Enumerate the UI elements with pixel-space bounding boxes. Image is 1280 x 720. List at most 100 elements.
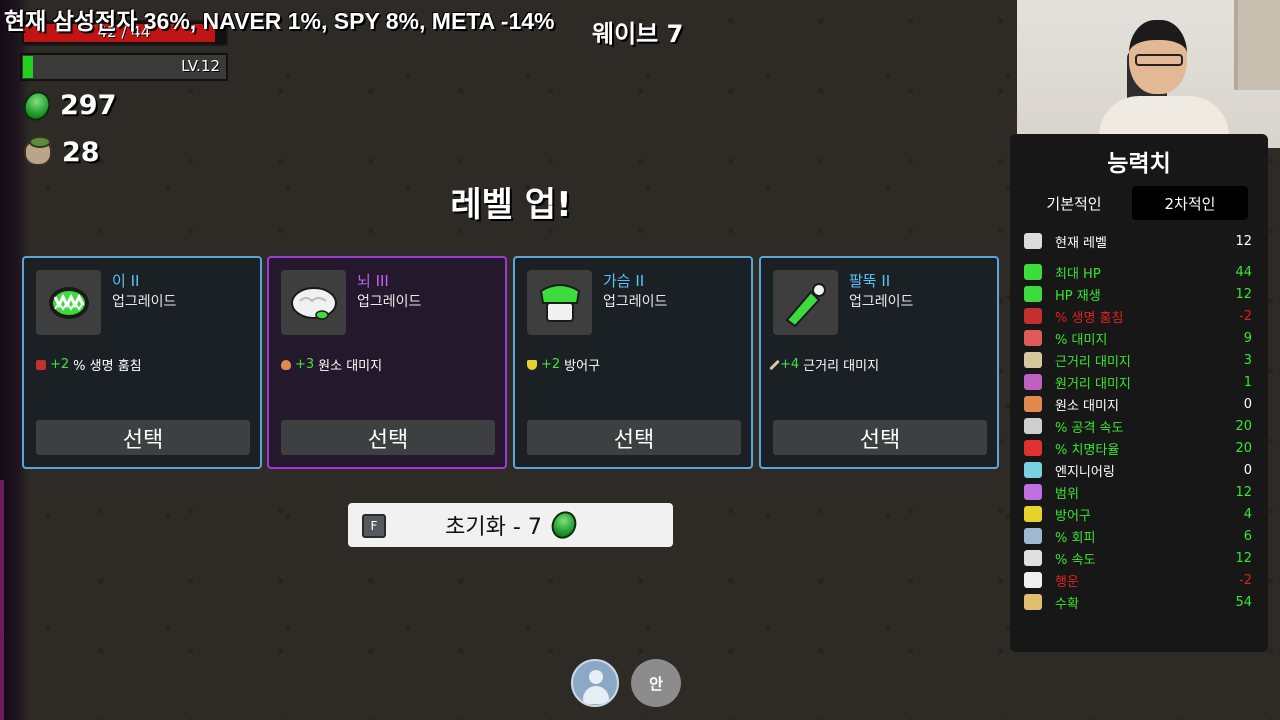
select-button[interactable]: 선택 — [281, 420, 495, 455]
stat-row: 방어구 4 — [1024, 503, 1252, 525]
stat-row: % 대미지 9 — [1024, 327, 1252, 349]
card-subtitle: 업그레이드 — [112, 294, 177, 310]
stat-row: % 속도 12 — [1024, 547, 1252, 569]
reroll-button[interactable]: F 초기화 - 7 — [348, 503, 673, 547]
stat-value: 12 — [1235, 484, 1252, 500]
flame-icon — [281, 359, 291, 370]
stat-name: % 회피 — [1055, 530, 1096, 546]
card-effect: +2 % 생명 훔침 — [36, 355, 142, 374]
wrench-icon — [1024, 462, 1042, 478]
stat-name: 엔지니어링 — [1055, 464, 1115, 480]
hourglass-icon — [1024, 418, 1042, 434]
stat-row: HP 재생 12 — [1024, 283, 1252, 305]
upgrade-card-forearm[interactable]: 팔뚝 II 업그레이드 +4 근거리 대미지 선택 — [759, 256, 999, 469]
select-button[interactable]: 선택 — [36, 420, 250, 455]
stat-value: 44 — [1235, 264, 1252, 280]
stat-name: 원소 대미지 — [1055, 398, 1119, 414]
stat-row: % 공격 속도 20 — [1024, 415, 1252, 437]
stat-value: 20 — [1235, 440, 1252, 456]
xp-bar-fill — [23, 56, 33, 78]
card-name: 가슴 II — [603, 272, 645, 290]
stat-name: 원거리 대미지 — [1055, 376, 1131, 392]
stat-name: HP 재생 — [1055, 288, 1101, 304]
card-effect-label: 근거리 대미지 — [803, 359, 880, 374]
select-button[interactable]: 선택 — [527, 420, 741, 455]
card-effect: +4 근거리 대미지 — [769, 355, 880, 374]
upgrade-card-teeth[interactable]: 이 II 업그레이드 +2 % 생명 훔침 선택 — [22, 256, 262, 469]
stat-value: 20 — [1235, 418, 1252, 434]
card-effect-label: 원소 대미지 — [318, 359, 383, 374]
webcam-glasses — [1135, 54, 1183, 66]
card-bonus: +2 — [541, 357, 561, 372]
stat-value: 0 — [1243, 396, 1252, 412]
shoe-icon — [1024, 550, 1042, 566]
flame-icon — [1024, 396, 1042, 412]
card-name: 이 II — [112, 272, 140, 290]
avatar-torso — [583, 686, 609, 704]
card-effect: +3 원소 대미지 — [281, 355, 382, 374]
stat-name: 근거리 대미지 — [1055, 354, 1131, 370]
chest-armor-icon — [527, 270, 592, 335]
stat-name: 범위 — [1055, 486, 1079, 502]
card-bonus: +2 — [50, 357, 70, 372]
bag-icon — [24, 135, 52, 166]
stats-title: 능력치 — [1107, 151, 1171, 177]
bag-counter: 28 — [24, 135, 100, 168]
heart-plus-icon — [1024, 286, 1042, 302]
stat-value: 6 — [1243, 528, 1252, 544]
card-effect-label: 방어구 — [564, 359, 601, 374]
webcam-window — [1234, 0, 1280, 90]
reroll-label: 초기화 - 7 — [445, 515, 542, 540]
stat-value: 9 — [1243, 330, 1252, 346]
stat-name: % 생명 훔침 — [1055, 310, 1124, 326]
skull-icon — [1024, 233, 1042, 249]
webcam-overlay — [1017, 0, 1280, 148]
stat-row: 엔지니어링 0 — [1024, 459, 1252, 481]
tab-basic[interactable]: 기본적인 — [1016, 186, 1132, 220]
card-subtitle: 업그레이드 — [357, 294, 422, 310]
avatar-head — [589, 670, 603, 684]
card-bonus: +4 — [780, 357, 800, 372]
upgrade-card-chest[interactable]: 가슴 II 업그레이드 +2 방어구 선택 — [513, 256, 753, 469]
sword-icon — [1024, 352, 1042, 368]
card-effect: +2 방어구 — [527, 355, 600, 374]
stat-name: 행운 — [1055, 574, 1079, 590]
stat-value: 12 — [1235, 550, 1252, 566]
level-text: LV.12 — [181, 57, 220, 75]
stat-value: -2 — [1239, 572, 1252, 588]
stat-name: 수확 — [1055, 596, 1079, 612]
stat-row: 근거리 대미지 3 — [1024, 349, 1252, 371]
xp-bar: LV.12 — [20, 53, 228, 81]
stock-ticker-overlay: 현재 삼성전자 36%, NAVER 1%, SPY 8%, META -14% — [4, 8, 555, 34]
stat-row: 행운 -2 — [1024, 569, 1252, 591]
card-bonus: +3 — [295, 357, 315, 372]
stats-panel: 능력치 기본적인 2차적인 현재 레벨 12 최대 HP 44 HP 재생 12 % 생명 … — [1010, 134, 1268, 652]
select-button[interactable]: 선택 — [773, 420, 987, 455]
wheat-icon — [1024, 594, 1042, 610]
dice-icon — [1024, 572, 1042, 588]
wave-counter: 웨이브 7 — [592, 20, 684, 48]
dodge-icon — [1024, 528, 1042, 544]
stat-row: 원소 대미지 0 — [1024, 393, 1252, 415]
an-button[interactable]: 안 — [631, 659, 681, 707]
crit-icon — [1024, 440, 1042, 456]
avatar-button[interactable] — [571, 659, 619, 707]
stat-name: % 치명타율 — [1055, 442, 1120, 458]
card-subtitle: 업그레이드 — [603, 294, 668, 310]
stat-name: 방어구 — [1055, 508, 1091, 524]
upgrade-card-brain[interactable]: 뇌 III 업그레이드 +3 원소 대미지 선택 — [267, 256, 507, 469]
stat-value: -2 — [1239, 308, 1252, 324]
range-icon — [1024, 484, 1042, 500]
heart-icon — [1024, 264, 1042, 280]
stat-value: 0 — [1243, 462, 1252, 478]
tab-secondary[interactable]: 2차적인 — [1132, 186, 1248, 220]
materials-value: 297 — [60, 90, 117, 121]
material-icon — [18, 86, 56, 125]
forearm-icon — [773, 270, 838, 335]
stat-name: 현재 레벨 — [1055, 235, 1107, 251]
brain-icon — [281, 270, 346, 335]
stat-name: % 공격 속도 — [1055, 420, 1124, 436]
material-icon — [547, 507, 581, 543]
teeth-icon — [1024, 308, 1042, 324]
stat-value: 54 — [1235, 594, 1252, 610]
